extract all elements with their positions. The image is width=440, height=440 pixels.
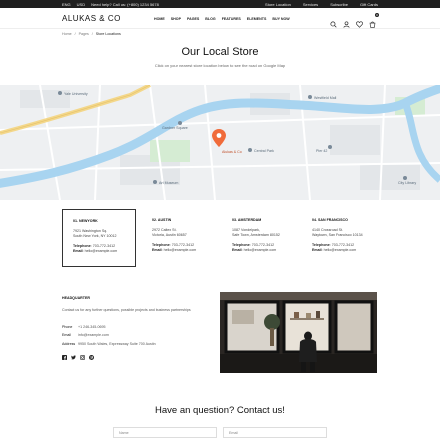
breadcrumb-separator: /	[91, 32, 93, 36]
store-address-line: South New York, NY 10012	[73, 234, 117, 239]
page-title: Our Local Store	[181, 46, 259, 58]
store-title: 02. AUSTIN	[152, 218, 172, 222]
map-place-label: Art Museum	[159, 181, 178, 185]
instagram-icon[interactable]	[80, 355, 85, 361]
map-place-label: Westfield Mall	[314, 96, 337, 100]
contact-title: Have an question? Contact us!	[155, 405, 285, 416]
nav-home[interactable]: HOME	[154, 17, 165, 21]
headquarter-title: HEADQUARTER	[62, 296, 90, 300]
headquarter-intro: Contact us for any further questions, po…	[62, 308, 191, 312]
store-email[interactable]: hello@example.com	[244, 248, 277, 252]
twitter-icon[interactable]	[71, 355, 76, 360]
map-pin-label: Alukas & Co	[222, 150, 242, 154]
user-icon[interactable]	[343, 15, 350, 28]
store-phone: 703-772-3412	[251, 242, 275, 247]
store-card-newyork[interactable]: 01. NEWYORK 7921 Washington Sq. South Ne…	[62, 209, 136, 267]
store-phone: 703-772-3412	[92, 243, 116, 248]
site-header: ALUKAS & CO HOME SHOP PAGES BLOG FEATURE…	[0, 8, 440, 29]
store-email-label: Email	[312, 248, 322, 253]
breadcrumb-current: Store Locations	[95, 32, 121, 36]
cart-icon[interactable]: 0	[369, 13, 379, 28]
top-bar: ENG USD Need help? Call us: (+800) 1234 …	[0, 0, 440, 8]
store-phone: 703-772-3412	[331, 242, 355, 247]
store-email-label: Email	[73, 249, 83, 254]
cart-count-badge: 0	[375, 13, 379, 17]
nav-shop[interactable]: SHOP	[171, 17, 181, 21]
map-place-label: Yale University	[64, 92, 88, 96]
storefront-image	[220, 292, 377, 373]
topbar-link-gift-cards[interactable]: Gift Cards	[360, 2, 378, 7]
store-map[interactable]: Yale University Westfield Mall Gardner S…	[0, 85, 440, 200]
store-email-label: Email	[152, 248, 162, 253]
language-select[interactable]: ENG	[62, 2, 71, 7]
nav-features[interactable]: FEATURES	[222, 17, 241, 21]
topbar-link-subscribe[interactable]: Subscribe	[330, 2, 348, 7]
hq-address: 9950 South Wales, Expressway Suite 700 A…	[78, 341, 156, 346]
facebook-icon[interactable]	[62, 355, 67, 361]
pinterest-icon[interactable]	[89, 355, 94, 361]
store-phone: 703-772-3412	[171, 242, 195, 247]
store-email-label: Email	[232, 248, 242, 253]
hq-phone[interactable]: +1 246-345-0695	[78, 323, 105, 332]
store-email[interactable]: hello@example.com	[85, 249, 118, 253]
hq-address-label: Address	[62, 341, 76, 346]
breadcrumb-home[interactable]: Home	[62, 32, 72, 36]
map-place-label: Central Park	[254, 149, 274, 153]
headquarter-section: HEADQUARTER Contact us for any further q…	[62, 296, 202, 361]
nav-buy-now[interactable]: BUY NOW	[272, 17, 289, 21]
heart-icon[interactable]	[356, 15, 363, 28]
page-subtitle: Click on your nearest store location bel…	[154, 63, 286, 68]
hq-phone-label: Phone	[62, 324, 73, 329]
topbar-link-services[interactable]: Services	[303, 2, 318, 7]
hq-email[interactable]: info@example.com	[78, 331, 109, 340]
breadcrumb-separator: /	[74, 32, 76, 36]
social-links	[62, 355, 202, 361]
map-place-label: Pier 42	[316, 149, 327, 153]
store-phone-label: Telephone	[73, 243, 91, 248]
store-address-line: Victoria, Austin 60657	[152, 233, 187, 238]
nav-pages[interactable]: PAGES	[187, 17, 199, 21]
store-title: 03. AMSTERDAM	[232, 218, 262, 222]
map-place-label: Gardner Square	[162, 126, 188, 130]
store-phone-label: Telephone	[312, 242, 330, 247]
nav-blog[interactable]: BLOG	[205, 17, 215, 21]
email-input[interactable]: Email	[223, 427, 327, 438]
store-email[interactable]: hello@example.com	[164, 248, 197, 252]
store-address-line: Safe Town, Amsterdam 80152	[232, 233, 280, 238]
store-phone-label: Telephone	[152, 242, 170, 247]
store-phone-label: Telephone	[232, 242, 250, 247]
search-icon[interactable]	[330, 15, 337, 28]
help-text: Need help? Call us: (+800) 1234 5678	[91, 2, 159, 7]
map-place-label: City Library	[398, 181, 416, 185]
store-address-line: Waytown, San Francisco 10134	[312, 233, 363, 238]
store-card-san-francisco[interactable]: 04. SAN FRANCISCO 4140 Crossroad St. Way…	[302, 209, 376, 267]
site-logo[interactable]: ALUKAS & CO	[62, 14, 121, 23]
store-title: 04. SAN FRANCISCO	[312, 218, 348, 222]
store-list: 01. NEWYORK 7921 Washington Sq. South Ne…	[62, 209, 378, 267]
store-email[interactable]: hello@example.com	[324, 248, 357, 252]
store-card-austin[interactable]: 02. AUSTIN 2972 Caltex St. Victoria, Aus…	[142, 209, 216, 267]
breadcrumb-pages[interactable]: Pages	[79, 32, 89, 36]
currency-select[interactable]: USD	[77, 2, 85, 7]
breadcrumb: Home / Pages / Store Locations	[62, 32, 121, 36]
name-input[interactable]: Name	[113, 427, 217, 438]
nav-elements[interactable]: ELEMENTS	[247, 17, 267, 21]
hq-email-label: Email	[62, 333, 71, 338]
topbar-link-store-location[interactable]: Store Location	[265, 2, 291, 7]
store-title: 01. NEWYORK	[73, 219, 98, 223]
main-nav: HOME SHOP PAGES BLOG FEATURES ELEMENTS B…	[154, 17, 290, 21]
store-card-amsterdam[interactable]: 03. AMSTERDAM 1087 Vondelpark, Safe Town…	[222, 209, 296, 267]
